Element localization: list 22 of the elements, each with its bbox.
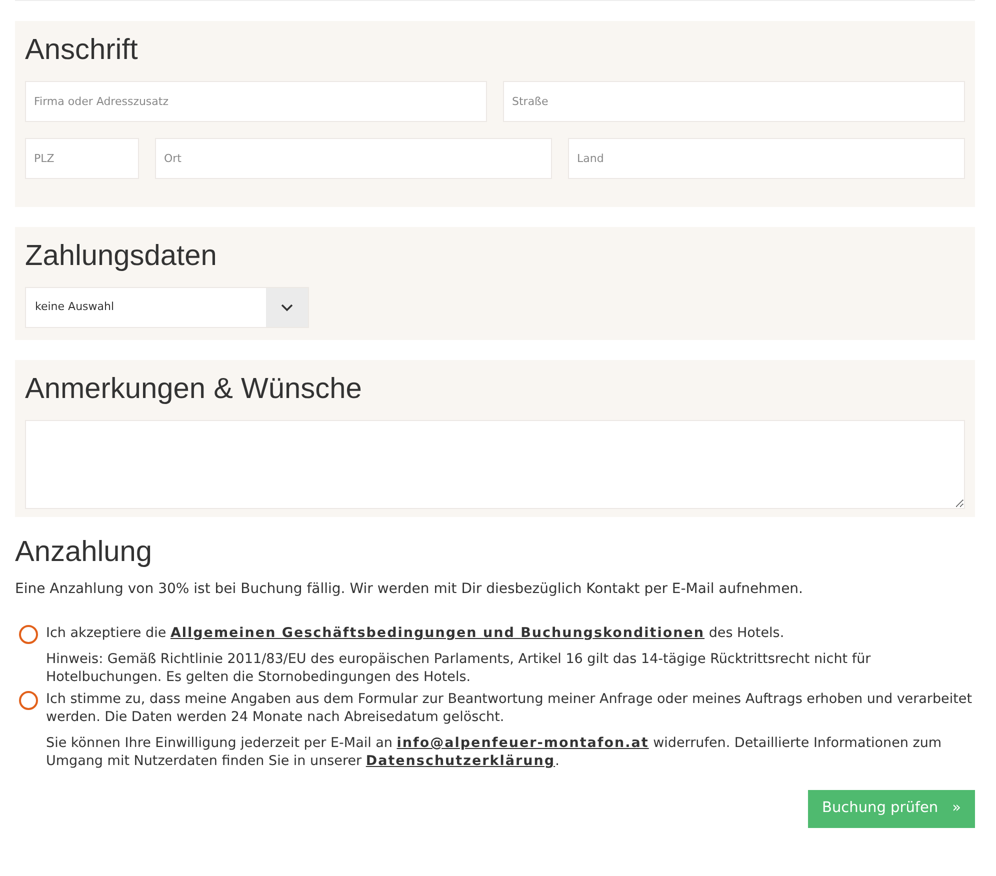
deposit-text: Eine Anzahlung von 30% ist bei Buchung fällig. Wir werden mit Dir diesbezüglich Kontakt per E-Mail aufnehmen. bbox=[15, 580, 804, 599]
input-field[interactable]: Ort bbox=[155, 138, 552, 179]
consent-text: Ich akzeptiere die Allgemeinen Geschäftsbedingungen und Buchungskonditionen des Hotels. bbox=[46, 624, 786, 642]
input-field[interactable]: PLZ bbox=[25, 138, 139, 179]
chevron-down-icon[interactable] bbox=[281, 304, 293, 312]
checkbox[interactable] bbox=[19, 691, 38, 710]
input-field[interactable]: Land bbox=[568, 138, 965, 179]
link[interactable]: info@alpenfeuer-montafon.at bbox=[396, 735, 649, 751]
note-text: Sie können Ihre Einwilligung jederzeit per E-Mail an info@alpenfeuer-montafon.at widerrufen. Detaillierte Informationen zum Umgang mit Nutzerdaten finden Sie in unserer Datenschutzerklärung. bbox=[46, 734, 943, 770]
input-field[interactable]: Straße bbox=[503, 81, 965, 122]
section-heading: Anzahlung bbox=[15, 535, 154, 570]
double-chevron-icon: » bbox=[952, 798, 961, 820]
input-field[interactable]: Firma oder Adresszusatz bbox=[25, 81, 487, 122]
terms-link[interactable]: Allgemeinen Geschäftsbedingungen und Buchungskonditionen bbox=[170, 625, 705, 641]
section-heading: Anmerkungen & Wünsche bbox=[25, 372, 363, 407]
checkbox[interactable] bbox=[19, 625, 38, 644]
select-field[interactable]: keine Auswahl bbox=[25, 287, 309, 328]
consent-text: Ich stimme zu, dass meine Angaben aus dem Formular zur Beantwortung meiner Anfrage oder meines Auftrags erhoben und verarbeitet werden. Die Daten werden 24 Monate nach Abreisedatum gelöscht. bbox=[46, 690, 974, 726]
note-text: Hinweis: Gemäß Richtlinie 2011/83/EU des europäischen Parlaments, Artikel 16 gilt das 14-tägige Rücktrittsrecht nicht für Hotelbuchungen. Es gelten die Stornobedingungen des Hotels. bbox=[46, 650, 872, 686]
section-heading: Anschrift bbox=[25, 33, 139, 68]
link[interactable]: Datenschutzerklärung bbox=[366, 753, 556, 769]
section-heading: Zahlungsdaten bbox=[25, 239, 218, 274]
